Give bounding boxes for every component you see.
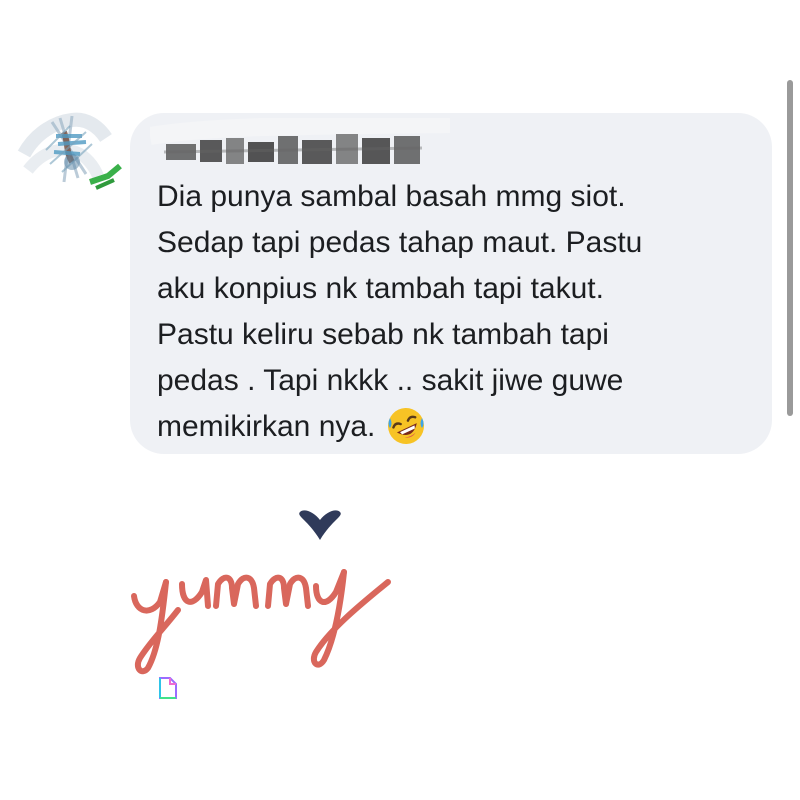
yummy-lettering	[131, 569, 391, 675]
file-icon	[159, 677, 177, 699]
comment-text: Dia punya sambal basah mmg siot. Sedap ta…	[157, 174, 757, 450]
yummy-sticker	[120, 500, 420, 710]
comment-line: Pastu keliru sebab nk tambah tapi	[157, 318, 609, 351]
scrollbar[interactable]	[787, 80, 793, 416]
comment-line: memikirkan nya.	[157, 410, 376, 443]
comment-line: Sedap tapi pedas tahap maut. Pastu	[157, 226, 643, 259]
rolling-on-floor-laughing-icon	[387, 408, 424, 444]
comment-line: aku konpius nk tambah tapi takut.	[157, 272, 604, 305]
heart-icon	[299, 510, 341, 540]
comment-line: pedas . Tapi nkkk .. sakit jiwe guwe	[157, 364, 624, 397]
redacted-author-name	[148, 115, 451, 178]
comment-line: Dia punya sambal basah mmg siot.	[157, 180, 626, 213]
avatar-image	[17, 112, 122, 190]
avatar[interactable]	[16, 92, 136, 212]
